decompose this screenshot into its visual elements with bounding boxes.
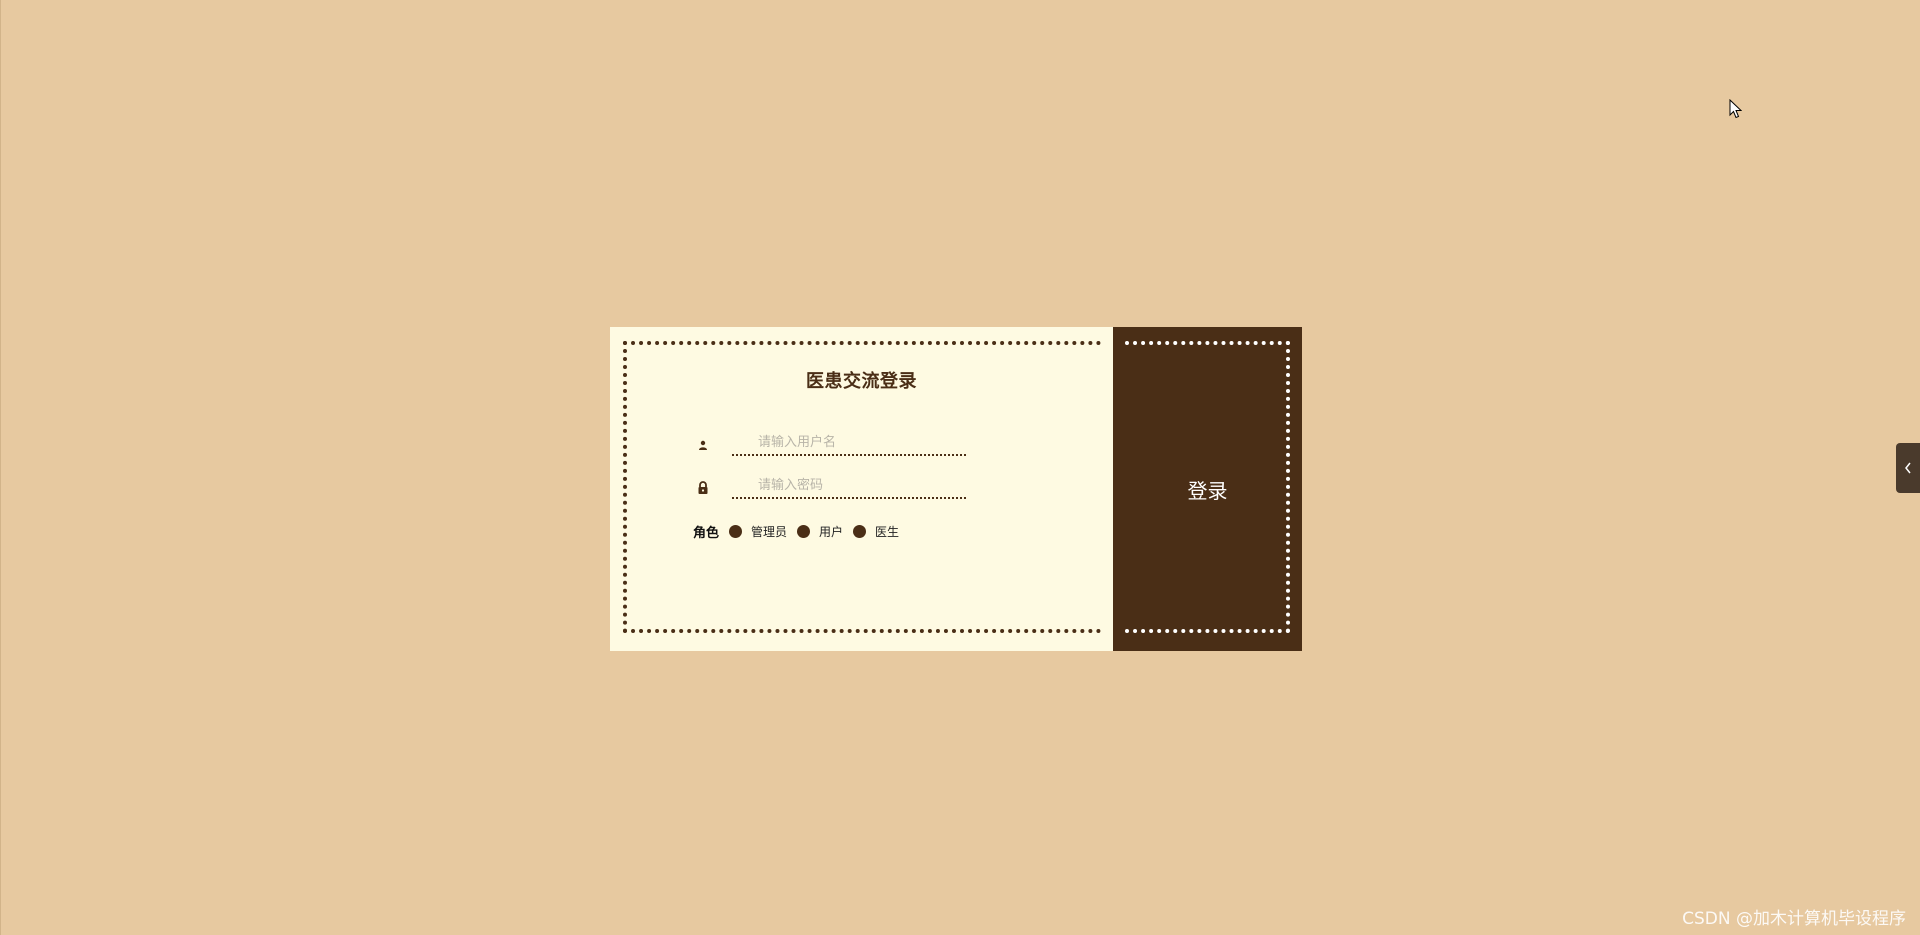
role-option-admin[interactable]: 管理员 — [729, 523, 787, 540]
page-title: 医患交流登录 — [806, 371, 917, 392]
password-input[interactable] — [732, 473, 966, 499]
login-card: 医患交流登录 角色 — [610, 327, 1302, 651]
lock-icon — [696, 481, 710, 495]
radio-icon[interactable] — [729, 524, 743, 538]
chevron-left-icon — [1904, 459, 1912, 478]
login-button-panel: 登录 — [1113, 327, 1302, 651]
radio-icon[interactable] — [853, 524, 867, 538]
username-input[interactable] — [732, 430, 966, 456]
role-option-label: 用户 — [819, 524, 844, 539]
side-panel-toggle[interactable] — [1896, 443, 1920, 493]
role-option-user[interactable]: 用户 — [797, 523, 843, 540]
role-selector: 角色 管理员 用户 医生 — [693, 521, 909, 541]
role-option-label: 管理员 — [751, 524, 788, 539]
login-form-panel: 医患交流登录 角色 — [610, 327, 1113, 651]
page-edge — [0, 0, 1, 935]
role-label: 角色 — [693, 525, 720, 541]
radio-icon[interactable] — [797, 524, 811, 538]
username-row — [692, 430, 972, 458]
role-option-doctor[interactable]: 医生 — [853, 523, 899, 540]
login-button[interactable]: 登录 — [1113, 327, 1302, 651]
role-option-label: 医生 — [875, 524, 900, 539]
mouse-cursor-icon — [1729, 98, 1743, 123]
watermark: CSDN @加木计算机毕设程序 — [1682, 909, 1906, 929]
user-icon — [696, 438, 710, 452]
password-row — [692, 473, 972, 501]
